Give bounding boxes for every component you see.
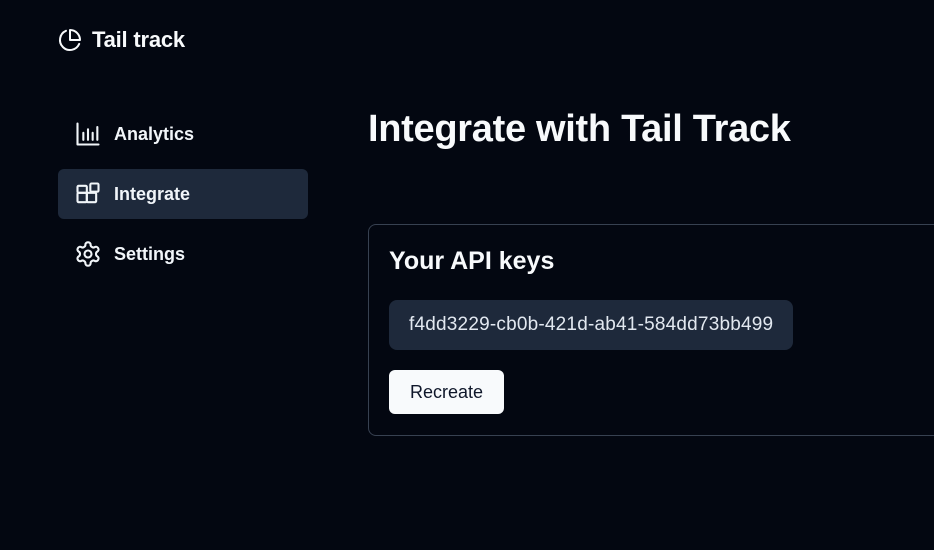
sidebar-item-integrate[interactable]: Integrate xyxy=(58,169,308,219)
api-keys-card: Your API keys f4dd3229-cb0b-421d-ab41-58… xyxy=(368,224,934,436)
api-key-value[interactable]: f4dd3229-cb0b-421d-ab41-584dd73bb499 xyxy=(389,300,794,350)
sidebar-item-label: Integrate xyxy=(114,183,191,204)
bar-chart-icon xyxy=(76,122,100,146)
app-root: Tail track Analytics Integrate Settings … xyxy=(0,0,934,550)
page-title: Integrate with Tail Track xyxy=(368,108,791,150)
sidebar-item-label: Settings xyxy=(114,243,186,264)
gear-icon xyxy=(76,241,100,267)
sidebar-item-label: Analytics xyxy=(114,123,195,144)
blocks-icon xyxy=(76,182,100,204)
sidebar-item-settings[interactable]: Settings xyxy=(58,229,308,279)
sidebar-item-analytics[interactable]: Analytics xyxy=(58,109,308,159)
brand[interactable]: Tail track xyxy=(58,26,185,54)
recreate-button[interactable]: Recreate xyxy=(389,370,504,414)
pie-chart-icon xyxy=(59,29,81,51)
sidebar: Analytics Integrate Settings xyxy=(58,109,308,289)
brand-name: Tail track xyxy=(92,27,185,52)
api-keys-card-title: Your API keys xyxy=(389,247,555,275)
